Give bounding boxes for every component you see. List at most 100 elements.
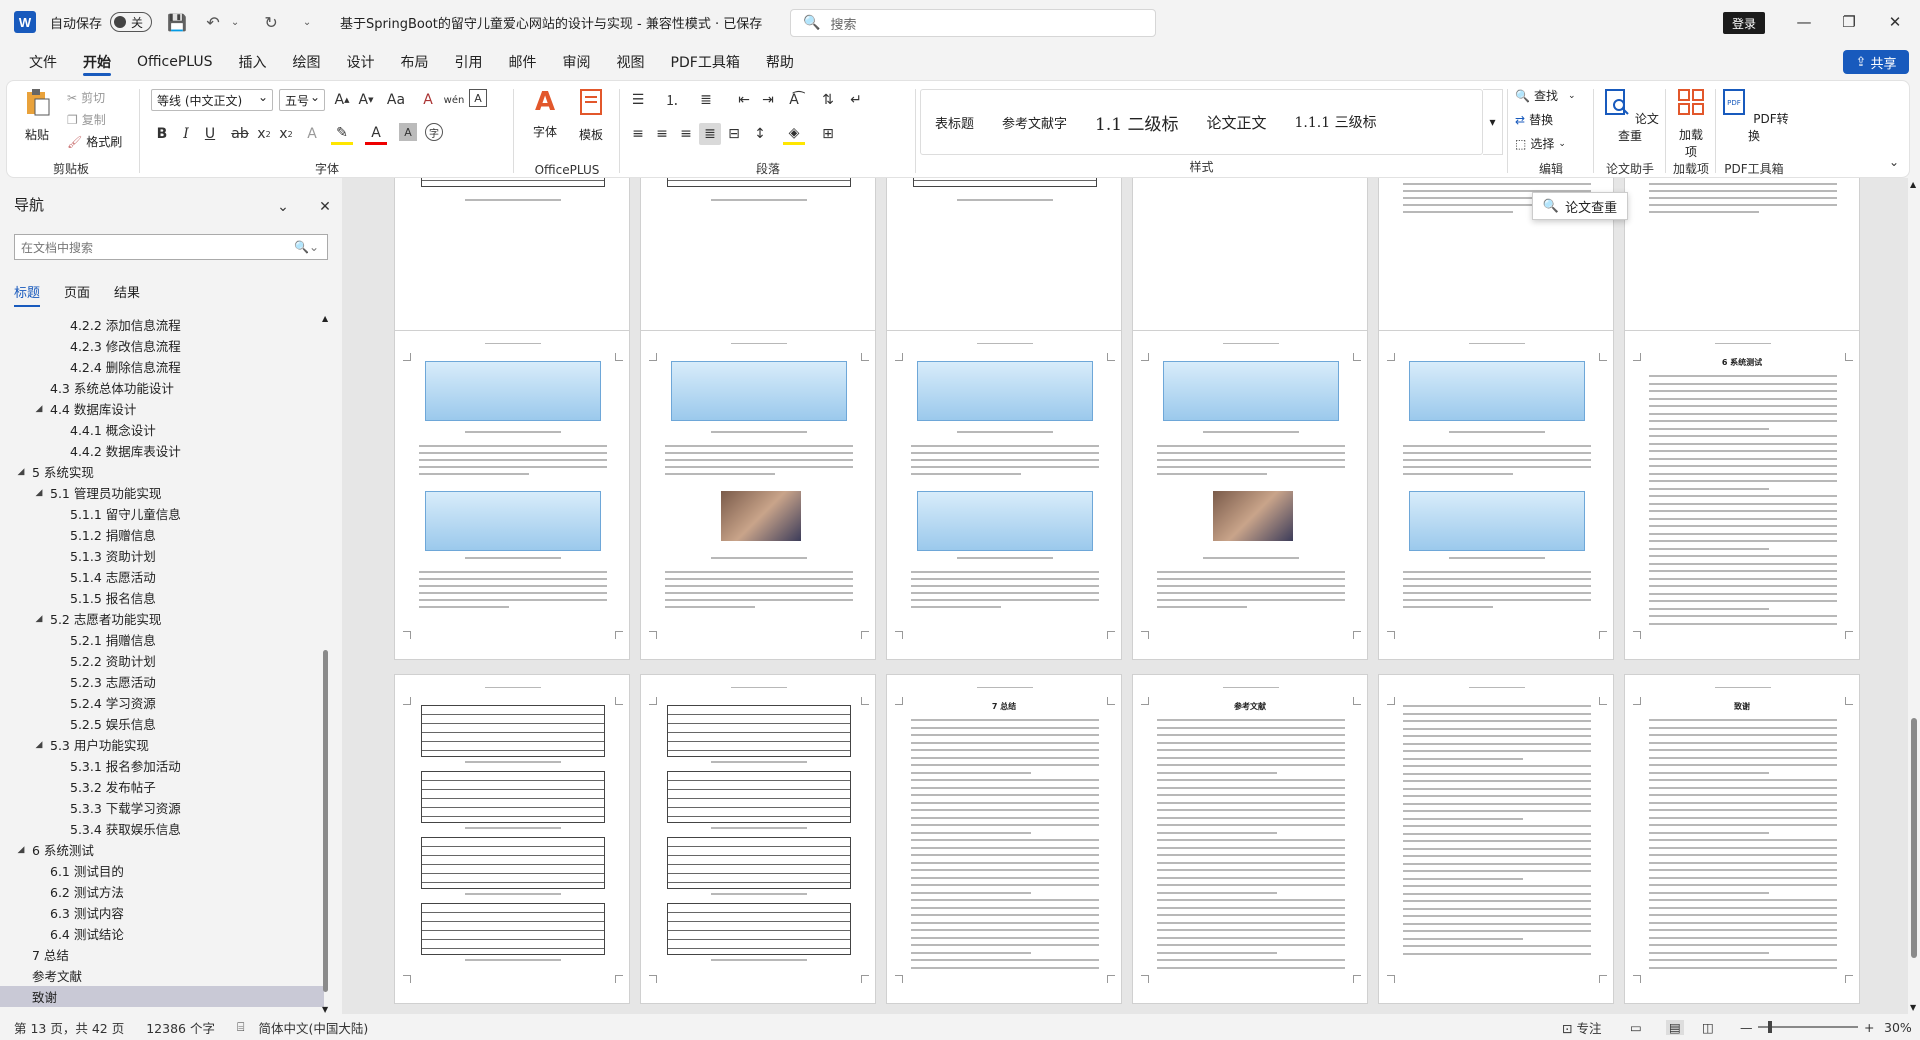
language[interactable]: 简体中文(中国大陆) bbox=[258, 1018, 368, 1037]
nav-heading-item[interactable]: 6.1 测试目的 bbox=[0, 860, 324, 881]
nav-tab-headings[interactable]: 标题 bbox=[14, 282, 41, 307]
document-scrollbar[interactable]: ▲ ▼ bbox=[1908, 178, 1920, 1014]
page-thumbnail[interactable] bbox=[1378, 674, 1614, 1004]
tab-pdf-toolbox[interactable]: PDF工具箱 bbox=[658, 44, 753, 80]
style-ref-char[interactable]: 参考文献字 bbox=[988, 113, 1081, 132]
nav-search-input[interactable]: 在文档中搜索 🔍⌄ bbox=[14, 234, 328, 260]
style-heading2[interactable]: 1.1 二级标 bbox=[1081, 110, 1192, 135]
decrease-indent-icon[interactable]: ⇤ bbox=[733, 89, 755, 111]
char-border-icon[interactable]: A bbox=[469, 89, 487, 107]
subscript-icon[interactable]: x2 bbox=[253, 123, 275, 145]
plagiarism-check-button[interactable]: 论文查重 bbox=[1597, 87, 1663, 144]
show-marks-icon[interactable]: ↵ bbox=[845, 89, 867, 111]
nav-tab-results[interactable]: 结果 bbox=[114, 282, 140, 307]
tab-officeplus[interactable]: OfficePLUS bbox=[124, 44, 226, 80]
nav-heading-item[interactable]: 7 总结 bbox=[0, 944, 324, 965]
word-count[interactable]: 12386 个字 bbox=[146, 1018, 215, 1037]
grow-font-icon[interactable]: A ▲ bbox=[331, 89, 353, 111]
font-name-combo[interactable]: 等线 (中文正文) bbox=[151, 89, 273, 111]
restore-button[interactable]: ❐ bbox=[1834, 10, 1864, 34]
align-right-icon[interactable]: ≡ bbox=[675, 123, 697, 145]
superscript-icon[interactable]: x2 bbox=[275, 123, 297, 145]
tab-view[interactable]: 视图 bbox=[604, 44, 658, 80]
nav-heading-item[interactable]: 4.2.2 添加信息流程 bbox=[0, 314, 324, 335]
tab-layout[interactable]: 布局 bbox=[388, 44, 442, 80]
search-box[interactable]: 🔍 搜索 bbox=[790, 9, 1156, 37]
justify-icon[interactable]: ≣ bbox=[699, 123, 721, 145]
tab-insert[interactable]: 插入 bbox=[226, 44, 280, 80]
collapse-triangle-icon[interactable]: ◢ bbox=[34, 614, 44, 624]
align-left-icon[interactable]: ≡ bbox=[627, 123, 649, 145]
plagiarism-tooltip[interactable]: 🔍 论文查重 bbox=[1532, 192, 1628, 220]
tab-help[interactable]: 帮助 bbox=[753, 44, 807, 80]
share-button[interactable]: ⇪ 共享 bbox=[1843, 50, 1909, 74]
chinese-layout-icon[interactable]: A͡ bbox=[783, 89, 805, 111]
print-layout-icon[interactable]: ▤ bbox=[1666, 1019, 1684, 1035]
page-thumbnail[interactable] bbox=[640, 674, 876, 1004]
tab-design[interactable]: 设计 bbox=[334, 44, 388, 80]
nav-heading-item[interactable]: 5.2.1 捐赠信息 bbox=[0, 629, 324, 650]
nav-heading-item[interactable]: 4.3 系统总体功能设计 bbox=[0, 377, 324, 398]
page-thumbnail[interactable]: 7 总结 bbox=[886, 674, 1122, 1004]
tab-mailings[interactable]: 邮件 bbox=[496, 44, 550, 80]
multilevel-list-icon[interactable]: ≣ bbox=[695, 89, 717, 111]
style-table-title[interactable]: 表标题 bbox=[921, 113, 988, 132]
nav-heading-item[interactable]: 6.4 测试结论 bbox=[0, 923, 324, 944]
scroll-down-icon[interactable]: ▼ bbox=[322, 1005, 328, 1014]
align-center-icon[interactable]: ≡ bbox=[651, 123, 673, 145]
replace-button[interactable]: ⇄ 替换 bbox=[1515, 111, 1553, 128]
document-area[interactable]: 6 系统测试 7 总结 参考文献 致谢 bbox=[342, 178, 1908, 1014]
nav-heading-item[interactable]: 5.3.3 下载学习资源 bbox=[0, 797, 324, 818]
bullets-icon[interactable]: ☰ bbox=[627, 89, 649, 111]
collapse-triangle-icon[interactable]: ◢ bbox=[34, 740, 44, 750]
tab-review[interactable]: 审阅 bbox=[550, 44, 604, 80]
nav-heading-item[interactable]: 5.3.2 发布帖子 bbox=[0, 776, 324, 797]
shrink-font-icon[interactable]: A ▼ bbox=[355, 89, 377, 111]
save-icon[interactable]: 💾 bbox=[166, 13, 188, 32]
zoom-slider-thumb[interactable] bbox=[1768, 1021, 1772, 1033]
zoom-out-icon[interactable]: — bbox=[1740, 1020, 1753, 1035]
nav-heading-item[interactable]: ◢ 6 系统测试 bbox=[0, 839, 324, 860]
doc-scroll-up-icon[interactable]: ▲ bbox=[1910, 180, 1916, 189]
page-thumbnail[interactable] bbox=[886, 330, 1122, 660]
page-thumbnail[interactable]: 参考文献 bbox=[1132, 674, 1368, 1004]
zoom-in-icon[interactable]: + bbox=[1864, 1020, 1874, 1035]
find-button[interactable]: 🔍 查找 ⌄ bbox=[1515, 87, 1576, 104]
nav-heading-item[interactable]: ◢ 5.3 用户功能实现 bbox=[0, 734, 324, 755]
format-painter-button[interactable]: 🖌 格式刷 bbox=[67, 133, 122, 150]
nav-heading-item[interactable]: 致谢 bbox=[0, 986, 324, 1007]
text-effects-icon[interactable]: A bbox=[301, 123, 323, 145]
collapse-ribbon-icon[interactable]: ⌄ bbox=[1883, 151, 1905, 173]
nav-heading-item[interactable]: 5.1.4 志愿活动 bbox=[0, 566, 324, 587]
tab-draw[interactable]: 绘图 bbox=[280, 44, 334, 80]
font-color-icon[interactable]: A bbox=[365, 123, 387, 145]
focus-mode[interactable]: ⊡ 专注 bbox=[1562, 1018, 1601, 1037]
cut-button[interactable]: ✂ 剪切 bbox=[67, 89, 105, 106]
nav-heading-item[interactable]: ◢ 5.2 志愿者功能实现 bbox=[0, 608, 324, 629]
nav-heading-item[interactable]: 参考文献 bbox=[0, 965, 324, 986]
tab-home[interactable]: 开始 bbox=[70, 44, 124, 80]
select-button[interactable]: ⬚ 选择 ⌄ bbox=[1515, 135, 1566, 152]
officeplus-template-button[interactable]: 模板 bbox=[571, 87, 611, 143]
doc-scroll-down-icon[interactable]: ▼ bbox=[1910, 1003, 1916, 1012]
increase-indent-icon[interactable]: ⇥ bbox=[757, 89, 779, 111]
page-thumbnail[interactable]: 致谢 bbox=[1624, 674, 1860, 1004]
collapse-triangle-icon[interactable]: ◢ bbox=[16, 467, 26, 477]
nav-tab-pages[interactable]: 页面 bbox=[64, 282, 90, 307]
addins-button[interactable]: 加载项 bbox=[1669, 87, 1713, 160]
nav-search-icon[interactable]: 🔍⌄ bbox=[294, 240, 319, 254]
web-layout-icon[interactable]: ◫ bbox=[1702, 1020, 1714, 1035]
nav-heading-item[interactable]: 4.2.4 删除信息流程 bbox=[0, 356, 324, 377]
style-thesis-body[interactable]: 论文正文 bbox=[1192, 112, 1280, 133]
paste-button[interactable]: 粘贴 bbox=[17, 87, 57, 143]
proofing-icon[interactable]: ⌸ bbox=[237, 1019, 245, 1035]
autosave-toggle[interactable]: 关 bbox=[110, 12, 153, 32]
nav-heading-item[interactable]: 6.3 测试内容 bbox=[0, 902, 324, 923]
numbering-icon[interactable]: ⒈ bbox=[661, 89, 683, 111]
nav-heading-item[interactable]: 5.2.4 学习资源 bbox=[0, 692, 324, 713]
nav-heading-item[interactable]: ◢ 4.4 数据库设计 bbox=[0, 398, 324, 419]
nav-heading-item[interactable]: ◢ 5 系统实现 bbox=[0, 461, 324, 482]
nav-heading-item[interactable]: 5.1.2 捐赠信息 bbox=[0, 524, 324, 545]
nav-options-icon[interactable]: ⌄ bbox=[272, 196, 294, 218]
scroll-up-icon[interactable]: ▲ bbox=[322, 314, 328, 323]
